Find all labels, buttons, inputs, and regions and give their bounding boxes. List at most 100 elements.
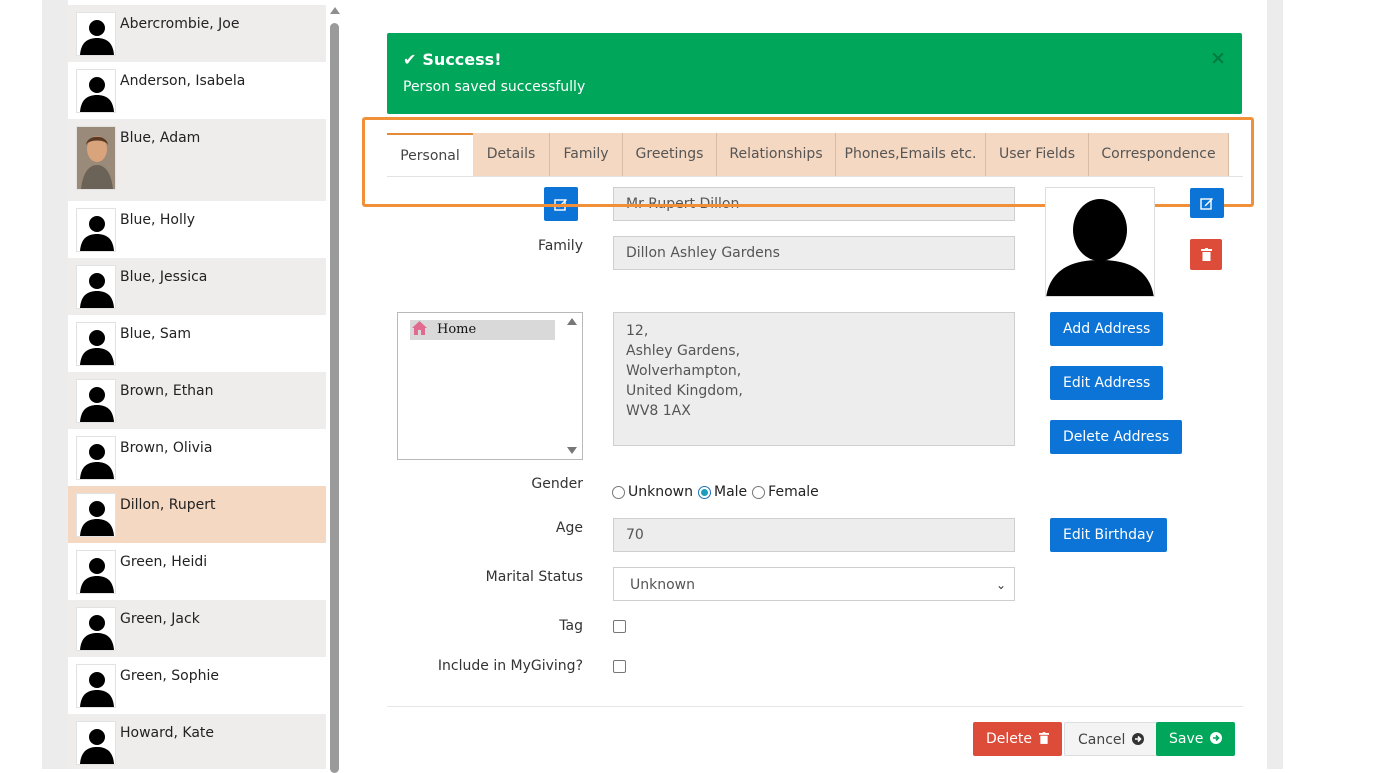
person-name: Howard, Kate	[120, 725, 215, 741]
silhouette-icon	[76, 265, 116, 309]
edit-icon	[554, 199, 567, 211]
marital-status-value: Unknown	[630, 577, 695, 593]
delete-button[interactable]: Delete	[973, 722, 1063, 756]
save-button-label: Save	[1169, 731, 1204, 747]
mygiving-label: Include in MyGiving?	[437, 658, 583, 674]
age-label: Age	[555, 520, 583, 536]
mygiving-checkbox[interactable]	[613, 660, 626, 673]
person-row-blue-adam[interactable]: Blue, Adam	[68, 119, 326, 201]
edit-birthday-button[interactable]: Edit Birthday	[1050, 518, 1167, 552]
close-icon[interactable]: ×	[1210, 47, 1226, 69]
address-line: 12,	[626, 323, 649, 339]
cancel-button-label: Cancel	[1078, 732, 1126, 748]
person-list-scrollbar[interactable]	[329, 5, 341, 773]
success-alert: ✔ Success! Person saved successfully ×	[387, 33, 1242, 114]
address-line: United Kingdom,	[626, 383, 743, 399]
home-icon	[412, 321, 427, 335]
silhouette-icon	[76, 12, 116, 56]
right-gutter	[1267, 0, 1283, 769]
delete-photo-button[interactable]	[1190, 239, 1222, 270]
left-gutter	[42, 0, 68, 769]
person-row-green-sophie[interactable]: Green, Sophie	[68, 657, 326, 714]
silhouette-icon	[76, 322, 116, 366]
silhouette-icon	[76, 493, 116, 537]
tab-user-fields[interactable]: User Fields	[986, 133, 1089, 176]
address-line: WV8 1AX	[626, 403, 691, 419]
gender-radio-group: Unknown Male Female	[612, 484, 824, 500]
add-address-button[interactable]: Add Address	[1050, 312, 1164, 346]
silhouette-icon	[76, 664, 116, 708]
tab-family[interactable]: Family	[550, 133, 623, 176]
person-list: Abercrombie, Joe Anderson, Isabela Blue,…	[68, 5, 326, 769]
silhouette-icon	[76, 379, 116, 423]
edit-address-button[interactable]: Edit Address	[1050, 366, 1164, 400]
person-name: Anderson, Isabela	[120, 73, 246, 89]
person-row-green-jack[interactable]: Green, Jack	[68, 600, 326, 657]
trash-icon	[1200, 248, 1212, 261]
marital-status-select[interactable]: Unknown ⌄	[613, 567, 1015, 601]
person-name: Brown, Olivia	[120, 440, 213, 456]
alert-title-text: Success!	[422, 50, 502, 69]
delete-address-button[interactable]: Delete Address	[1050, 420, 1183, 454]
person-row-blue-holly[interactable]: Blue, Holly	[68, 201, 326, 258]
address-list-item[interactable]: Home	[410, 320, 555, 340]
scroll-up-arrow-icon[interactable]	[567, 318, 577, 325]
tab-correspondence[interactable]: Correspondence	[1089, 133, 1229, 176]
tab-phones-emails[interactable]: Phones,Emails etc.	[836, 133, 986, 176]
family-field[interactable]: Dillon Ashley Gardens	[613, 236, 1015, 270]
address-list[interactable]: Home	[397, 312, 583, 460]
gender-male-radio[interactable]	[698, 485, 711, 499]
family-label: Family	[537, 238, 583, 254]
edit-photo-button[interactable]	[1190, 188, 1224, 218]
person-name: Green, Heidi	[120, 554, 208, 570]
delete-button-label: Delete	[986, 731, 1032, 747]
address-item-label: Home	[437, 322, 477, 337]
person-name: Dillon, Rupert	[120, 497, 216, 513]
marital-status-label: Marital Status	[485, 569, 583, 585]
tab-bar: Personal Details Family Greetings Relati…	[387, 133, 1243, 177]
person-row-blue-sam[interactable]: Blue, Sam	[68, 315, 326, 372]
person-name: Green, Sophie	[120, 668, 220, 684]
person-name: Blue, Holly	[120, 212, 196, 228]
scroll-up-arrow-icon[interactable]	[330, 7, 340, 14]
person-row-howard-kate[interactable]: Howard, Kate	[68, 714, 326, 769]
tab-personal[interactable]: Personal	[387, 133, 473, 176]
gender-female-radio[interactable]	[752, 485, 766, 499]
name-field[interactable]: Mr Rupert Dillon	[613, 187, 1015, 221]
form-divider	[387, 706, 1243, 707]
gender-unknown-radio[interactable]	[612, 485, 625, 499]
person-row-blue-jessica[interactable]: Blue, Jessica	[68, 258, 326, 315]
scroll-thumb[interactable]	[330, 23, 339, 773]
edit-name-button[interactable]	[544, 187, 578, 221]
alert-title: ✔ Success!	[403, 50, 501, 69]
scroll-down-arrow-icon[interactable]	[567, 447, 577, 454]
age-field[interactable]: 70	[613, 518, 1015, 552]
address-line: Wolverhampton,	[626, 363, 742, 379]
tab-details[interactable]: Details	[473, 133, 550, 176]
tag-checkbox[interactable]	[613, 620, 626, 633]
tab-relationships[interactable]: Relationships	[717, 133, 836, 176]
silhouette-icon	[76, 550, 116, 594]
edit-icon	[1200, 198, 1213, 210]
tag-label: Tag	[559, 618, 583, 634]
address-display: 12, Ashley Gardens, Wolverhampton, Unite…	[613, 312, 1015, 446]
gender-female-label: Female	[768, 484, 819, 500]
person-row-brown-ethan[interactable]: Brown, Ethan	[68, 372, 326, 429]
address-line: Ashley Gardens,	[626, 343, 741, 359]
checkmark-icon: ✔	[403, 50, 417, 69]
silhouette-icon	[1046, 199, 1154, 296]
person-row-dillon-rupert[interactable]: Dillon, Rupert	[68, 486, 326, 543]
cancel-button[interactable]: Cancel	[1064, 722, 1158, 756]
person-row-anderson-isabela[interactable]: Anderson, Isabela	[68, 62, 326, 119]
tab-greetings[interactable]: Greetings	[623, 133, 717, 176]
silhouette-icon	[76, 436, 116, 480]
person-row-green-heidi[interactable]: Green, Heidi	[68, 543, 326, 600]
person-row-brown-olivia[interactable]: Brown, Olivia	[68, 429, 326, 486]
arrow-circle-right-icon	[1209, 732, 1222, 744]
person-row-abercrombie-joe[interactable]: Abercrombie, Joe	[68, 5, 326, 62]
save-button[interactable]: Save	[1156, 722, 1235, 756]
gender-unknown-label: Unknown	[628, 484, 693, 500]
silhouette-icon	[76, 69, 116, 113]
person-name: Blue, Adam	[120, 130, 201, 146]
gender-label: Gender	[531, 476, 583, 492]
